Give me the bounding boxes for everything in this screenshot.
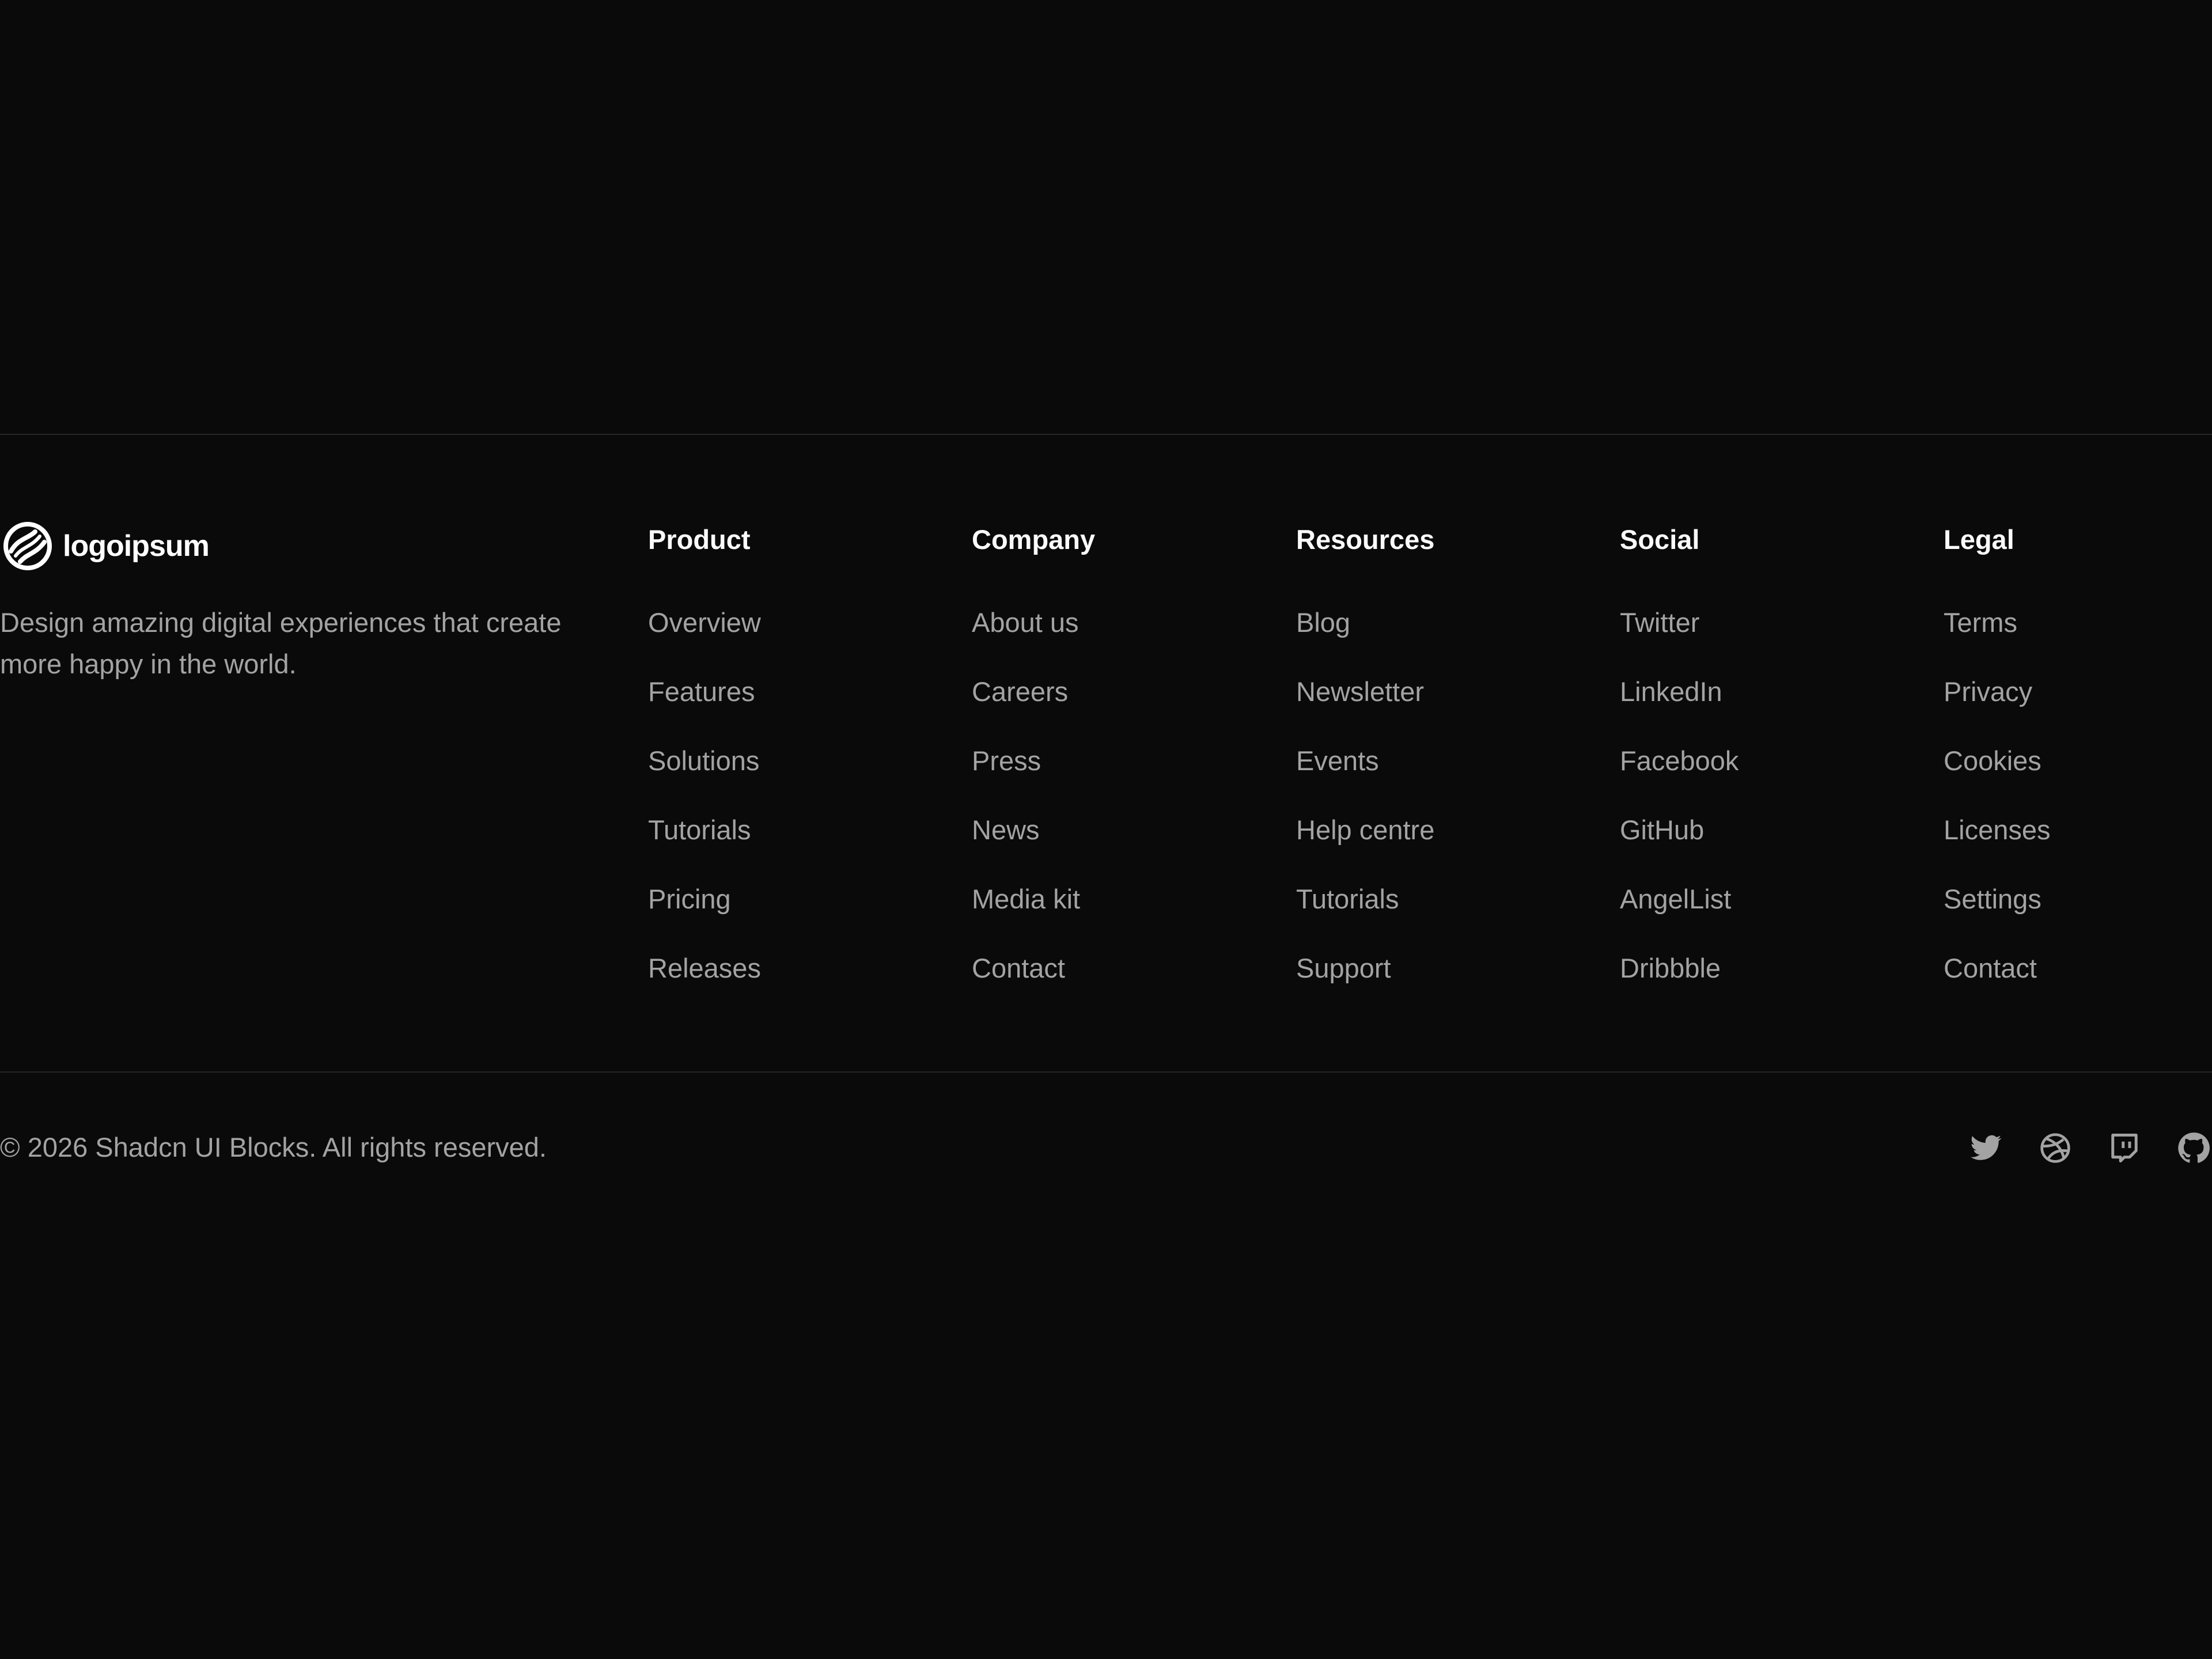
footer-link[interactable]: GitHub: [1620, 812, 1738, 881]
link-label[interactable]: Settings: [1944, 881, 2041, 918]
link-label[interactable]: Contact: [1944, 950, 2037, 987]
footer-link[interactable]: Privacy: [1944, 673, 2051, 743]
twitch-icon[interactable]: [2108, 1132, 2141, 1164]
brand-tagline: Design amazing digital experiences that …: [0, 607, 562, 679]
link-label[interactable]: Licenses: [1944, 812, 2051, 849]
top-divider: [0, 434, 2212, 435]
footer-link[interactable]: Careers: [972, 673, 1095, 743]
link-label[interactable]: Tutorials: [648, 812, 751, 849]
footer-link[interactable]: Media kit: [972, 881, 1095, 950]
footer-link[interactable]: Contact: [972, 950, 1095, 1019]
link-label[interactable]: LinkedIn: [1620, 673, 1722, 710]
link-label[interactable]: Media kit: [972, 881, 1080, 918]
footer-link[interactable]: Terms: [1944, 604, 2051, 673]
link-label[interactable]: Contact: [972, 950, 1065, 987]
footer-column-resources: Resources Blog Newsletter Events Help ce…: [1296, 521, 1434, 1019]
footer-link[interactable]: Contact: [1944, 950, 2051, 1019]
link-label[interactable]: Support: [1296, 950, 1391, 987]
footer-link[interactable]: Blog: [1296, 604, 1434, 673]
footer-link[interactable]: Overview: [648, 604, 761, 673]
link-label[interactable]: Press: [972, 743, 1041, 779]
copyright-text: © 2026 Shadcn UI Blocks. All rights rese…: [0, 1132, 547, 1162]
link-label[interactable]: Pricing: [648, 881, 731, 918]
link-label[interactable]: Events: [1296, 743, 1379, 779]
footer-link[interactable]: AngelList: [1620, 881, 1738, 950]
link-label[interactable]: Blog: [1296, 604, 1350, 641]
column-heading: Social: [1620, 524, 1700, 555]
link-label[interactable]: Privacy: [1944, 673, 2032, 710]
footer-link[interactable]: Cookies: [1944, 743, 2051, 812]
footer-link[interactable]: Newsletter: [1296, 673, 1434, 743]
link-label[interactable]: AngelList: [1620, 881, 1731, 918]
social-icons: [1970, 1132, 2210, 1164]
link-label[interactable]: Careers: [972, 673, 1068, 710]
footer-link[interactable]: LinkedIn: [1620, 673, 1738, 743]
column-heading: Legal: [1944, 524, 2014, 555]
link-label[interactable]: Terms: [1944, 604, 2017, 641]
bottom-divider: [0, 1071, 2212, 1073]
github-icon[interactable]: [2177, 1132, 2210, 1164]
footer-link[interactable]: Tutorials: [648, 812, 761, 881]
link-label[interactable]: Solutions: [648, 743, 759, 779]
column-heading: Company: [972, 524, 1096, 555]
footer-link[interactable]: Facebook: [1620, 743, 1738, 812]
footer-column-company: Company About us Careers Press News Medi…: [972, 521, 1095, 1019]
footer-link[interactable]: Support: [1296, 950, 1434, 1019]
link-label[interactable]: Twitter: [1620, 604, 1699, 641]
footer-link[interactable]: Releases: [648, 950, 761, 1019]
column-heading: Resources: [1296, 524, 1435, 555]
column-heading: Product: [648, 524, 751, 555]
footer-link[interactable]: Twitter: [1620, 604, 1738, 673]
link-label[interactable]: Releases: [648, 950, 761, 987]
twitter-icon[interactable]: [1970, 1132, 2002, 1164]
footer-link[interactable]: Dribbble: [1620, 950, 1738, 1019]
brand-name: logoipsum: [63, 529, 210, 563]
link-label[interactable]: Overview: [648, 604, 761, 641]
footer-column-social: Social Twitter LinkedIn Facebook GitHub …: [1620, 521, 1738, 1019]
link-label[interactable]: Facebook: [1620, 743, 1738, 779]
link-label[interactable]: GitHub: [1620, 812, 1704, 849]
footer-link[interactable]: Settings: [1944, 881, 2051, 950]
dribbble-icon[interactable]: [2039, 1132, 2071, 1164]
link-label[interactable]: Tutorials: [1296, 881, 1399, 918]
footer-link[interactable]: About us: [972, 604, 1095, 673]
footer-link[interactable]: News: [972, 812, 1095, 881]
footer-column-legal: Legal Terms Privacy Cookies Licenses Set…: [1944, 521, 2051, 1019]
footer-link[interactable]: Licenses: [1944, 812, 2051, 881]
link-label[interactable]: News: [972, 812, 1040, 849]
footer-link[interactable]: Press: [972, 743, 1095, 812]
footer-link[interactable]: Tutorials: [1296, 881, 1434, 950]
logo-icon: [3, 521, 52, 571]
link-label[interactable]: About us: [972, 604, 1079, 641]
footer-page: logoipsum Design amazing digital experie…: [0, 0, 2212, 1659]
footer-link[interactable]: Help centre: [1296, 812, 1434, 881]
brand[interactable]: logoipsum: [3, 521, 210, 571]
link-label[interactable]: Help centre: [1296, 812, 1434, 849]
footer-link[interactable]: Events: [1296, 743, 1434, 812]
link-label[interactable]: Newsletter: [1296, 673, 1424, 710]
footer-link[interactable]: Solutions: [648, 743, 761, 812]
footer-link[interactable]: Pricing: [648, 881, 761, 950]
link-label[interactable]: Dribbble: [1620, 950, 1721, 987]
footer-link[interactable]: Features: [648, 673, 761, 743]
link-label[interactable]: Features: [648, 673, 755, 710]
footer-column-product: Product Overview Features Solutions Tuto…: [648, 521, 761, 1019]
link-label[interactable]: Cookies: [1944, 743, 2041, 779]
